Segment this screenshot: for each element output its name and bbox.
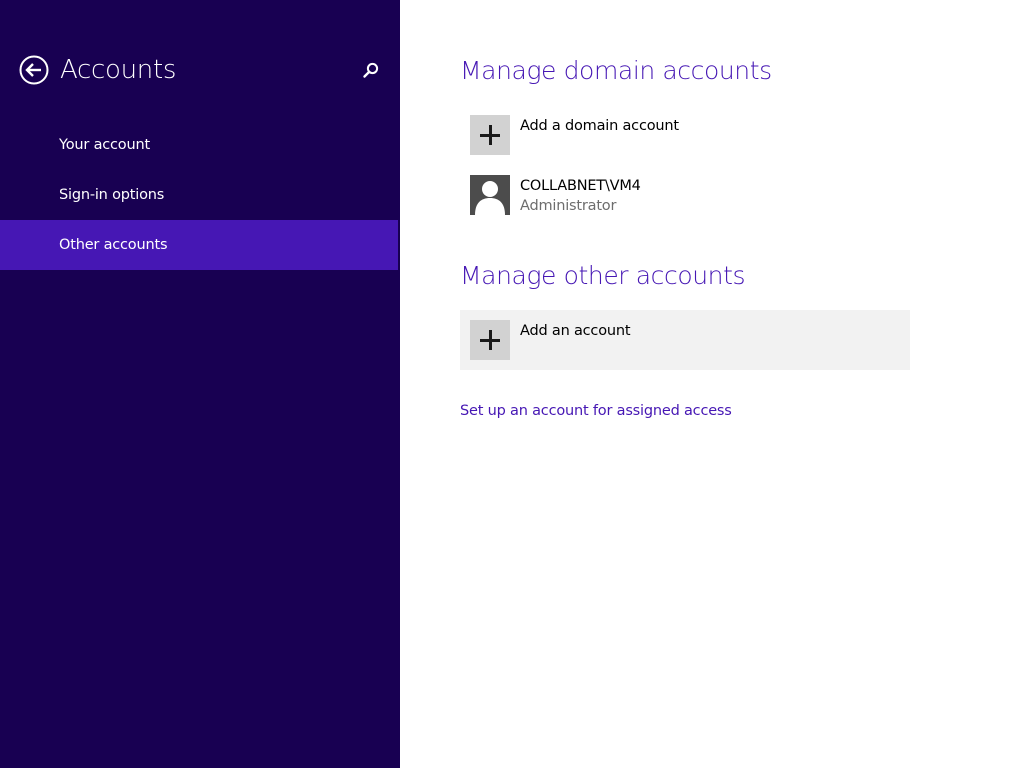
section-title-domain-accounts: Manage domain accounts	[460, 56, 772, 85]
add-account-label: Add an account	[520, 323, 631, 339]
add-account-plus-icon	[470, 320, 510, 360]
user-avatar-icon	[470, 175, 510, 215]
back-button[interactable]	[19, 55, 49, 85]
user-silhouette-icon	[475, 181, 505, 215]
add-domain-account-label: Add a domain account	[520, 118, 679, 134]
assigned-access-link[interactable]: Set up an account for assigned access	[460, 401, 732, 421]
sidebar-item-your-account[interactable]: Your account	[0, 120, 400, 170]
domain-account-role: Administrator	[520, 198, 617, 214]
sidebar-item-other-accounts[interactable]: Other accounts	[0, 220, 398, 270]
search-icon	[363, 62, 379, 78]
section-title-other-accounts: Manage other accounts	[460, 261, 746, 290]
main-content: Manage domain accounts Add a domain acco…	[400, 0, 1024, 768]
sidebar: Accounts Your account Sign-in options Ot…	[0, 0, 400, 768]
back-arrow-icon	[19, 55, 49, 85]
sidebar-item-sign-in-options[interactable]: Sign-in options	[0, 170, 400, 220]
pc-settings-window: Accounts Your account Sign-in options Ot…	[0, 0, 1024, 768]
domain-account-name: COLLABNET\VM4	[520, 178, 641, 194]
add-domain-account-plus-icon	[470, 115, 510, 155]
sidebar-nav: Your account Sign-in options Other accou…	[0, 120, 400, 270]
search-button[interactable]	[360, 60, 382, 82]
sidebar-title: Accounts	[60, 55, 177, 85]
